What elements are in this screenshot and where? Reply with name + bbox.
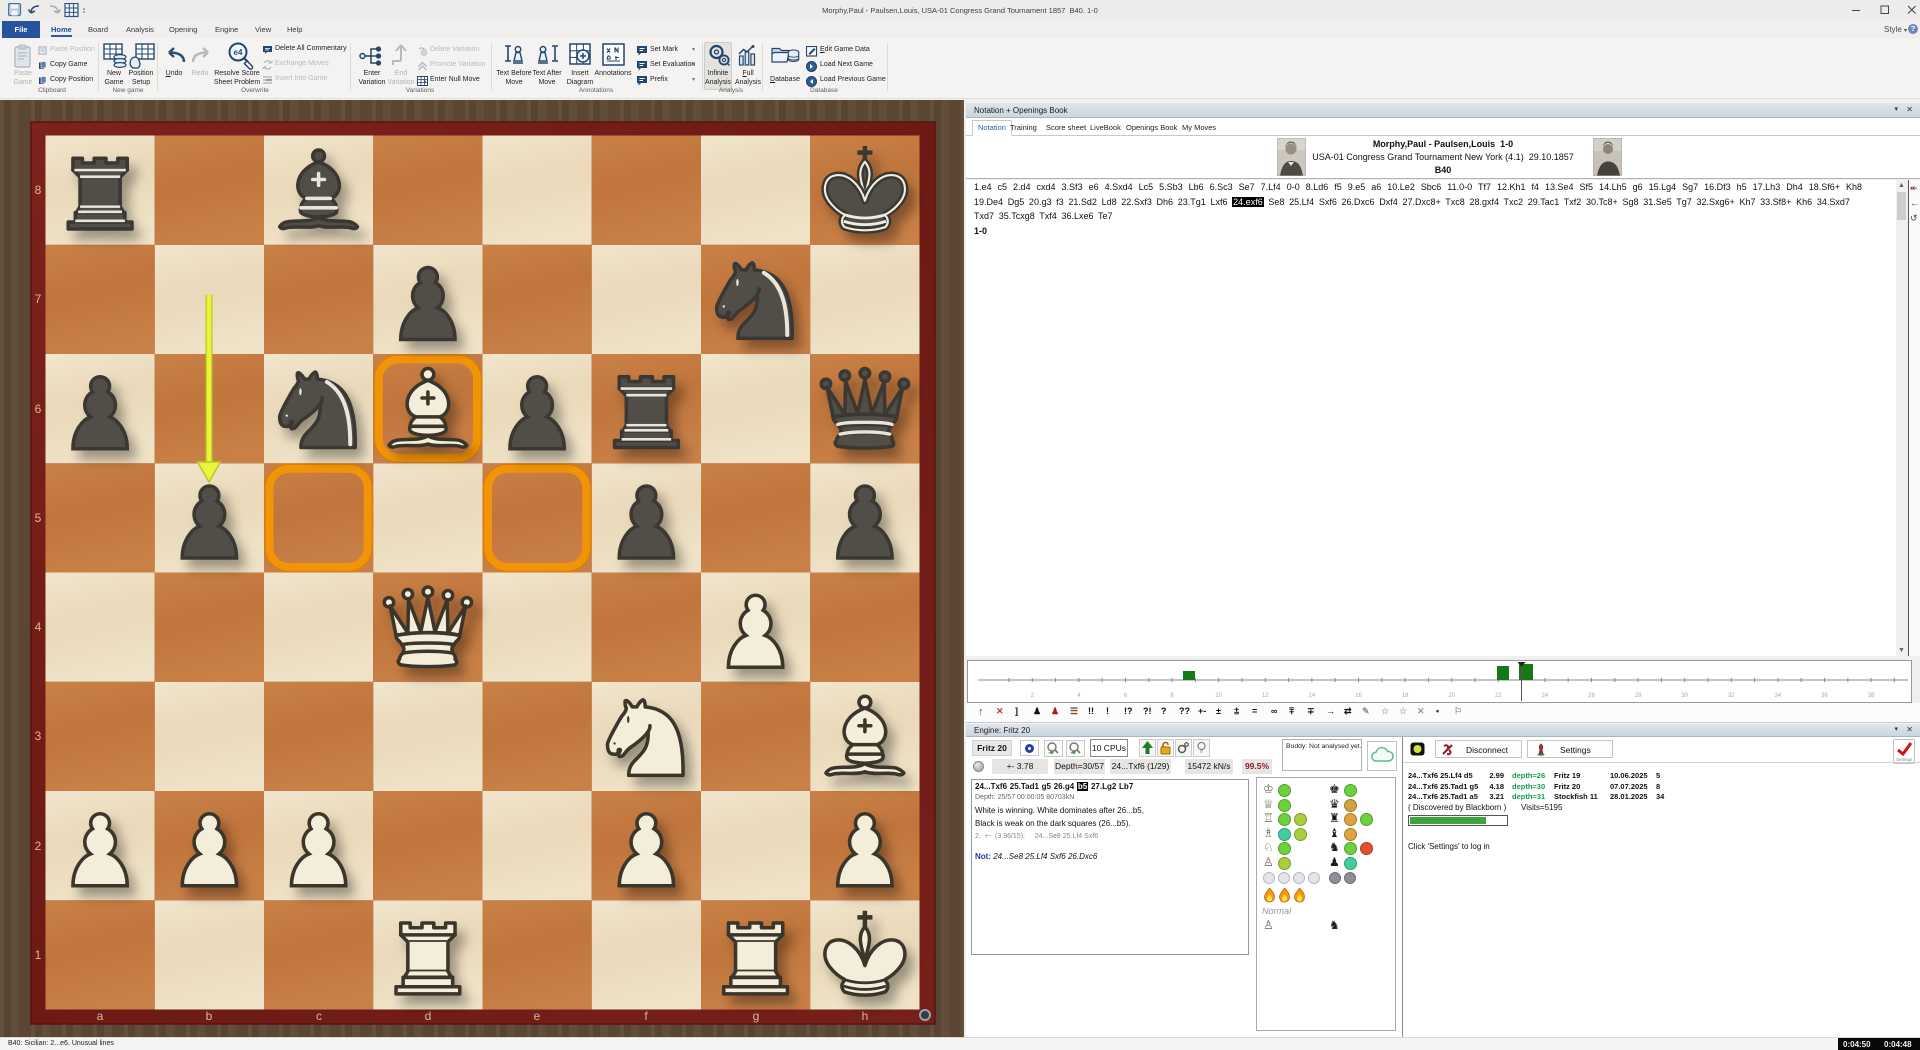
svg-text:2: 2	[35, 839, 42, 853]
svg-text:6: 6	[1124, 693, 1128, 699]
svg-text:12: 12	[1262, 693, 1269, 699]
svg-text:30: 30	[1681, 693, 1688, 699]
svg-text:b: b	[206, 1009, 213, 1023]
svg-text:38: 38	[1868, 693, 1875, 699]
svg-text:10: 10	[1215, 693, 1222, 699]
svg-text:4: 4	[1077, 693, 1081, 699]
svg-text:d: d	[425, 1009, 432, 1023]
svg-text:e: e	[534, 1009, 541, 1023]
svg-text:5: 5	[35, 511, 42, 525]
svg-text:1: 1	[35, 948, 42, 962]
svg-text:4: 4	[35, 620, 42, 634]
svg-text:8: 8	[35, 183, 42, 197]
svg-text:8: 8	[1170, 693, 1174, 699]
svg-text:22: 22	[1495, 693, 1502, 699]
svg-text:14: 14	[1309, 693, 1316, 699]
svg-text:a: a	[97, 1009, 104, 1023]
svg-text:34: 34	[1775, 693, 1782, 699]
svg-text:32: 32	[1728, 693, 1735, 699]
svg-text:h: h	[862, 1009, 869, 1023]
svg-text:3: 3	[35, 729, 42, 743]
svg-text:18: 18	[1402, 693, 1409, 699]
svg-text:c: c	[316, 1009, 322, 1023]
svg-text:26: 26	[1588, 693, 1595, 699]
svg-text:g: g	[753, 1009, 760, 1023]
svg-text:2: 2	[1031, 693, 1035, 699]
svg-text:24: 24	[1542, 693, 1549, 699]
svg-text:20: 20	[1448, 693, 1455, 699]
svg-text:6: 6	[35, 402, 42, 416]
svg-text:28: 28	[1635, 693, 1642, 699]
svg-text:16: 16	[1355, 693, 1362, 699]
svg-text:36: 36	[1821, 693, 1828, 699]
svg-text:7: 7	[35, 292, 42, 306]
svg-text:e4: e4	[234, 48, 243, 57]
